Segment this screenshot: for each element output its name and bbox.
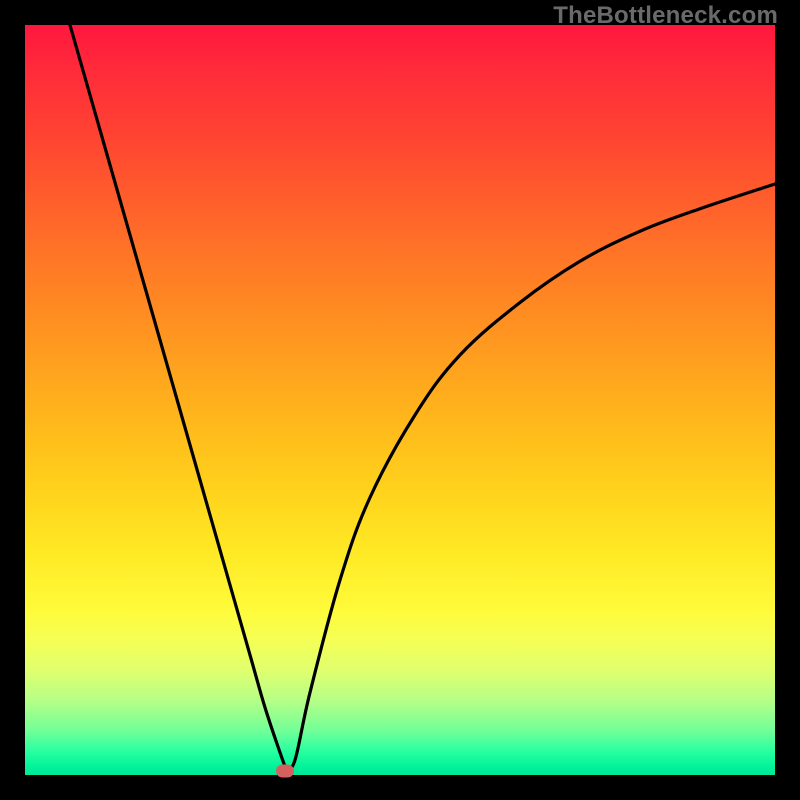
optimal-point-marker (276, 764, 294, 777)
watermark-text: TheBottleneck.com (553, 2, 778, 30)
plot-area (25, 25, 775, 775)
chart-container: TheBottleneck.com (0, 0, 800, 800)
bottleneck-curve (25, 25, 775, 775)
